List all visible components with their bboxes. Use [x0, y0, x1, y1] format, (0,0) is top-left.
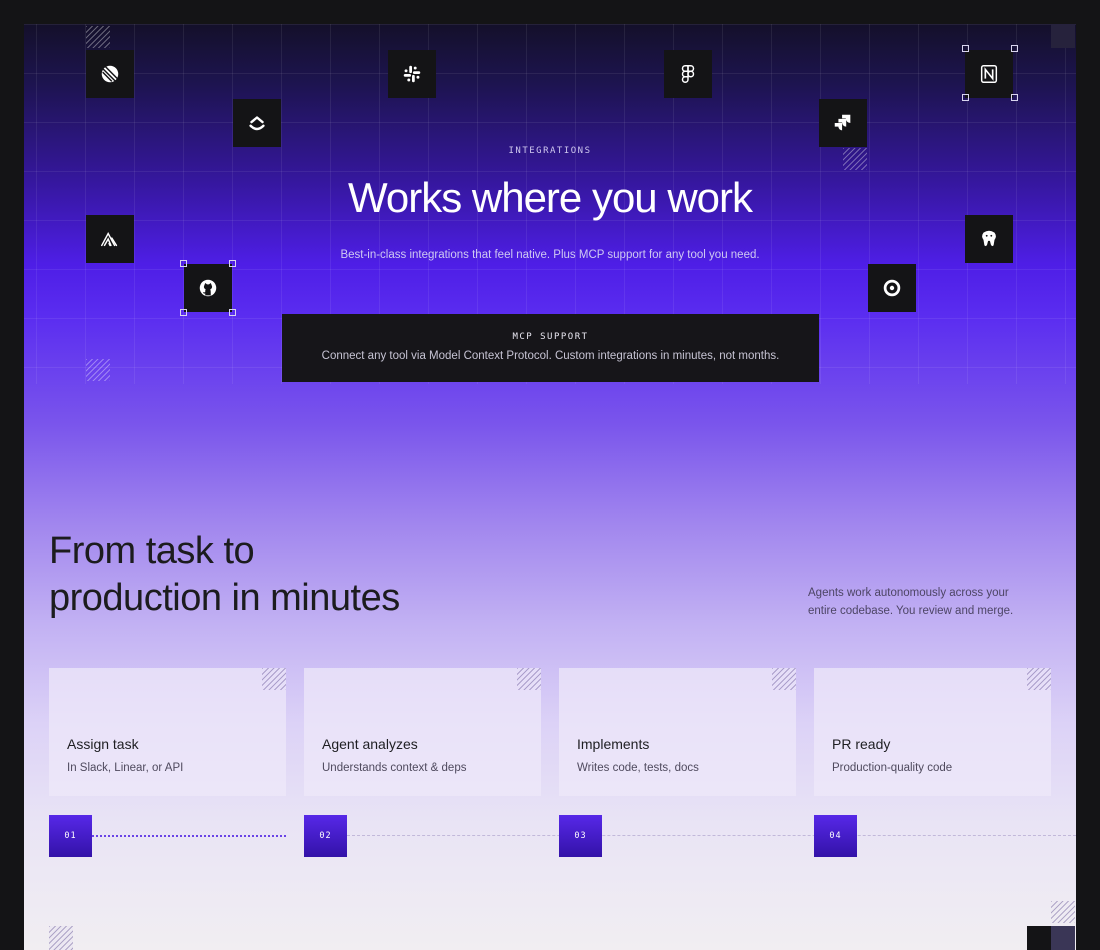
selection-handle — [180, 260, 187, 267]
page-frame: INTEGRATIONS Works where you work Best-i… — [24, 24, 1076, 950]
progress-track-active — [92, 835, 286, 837]
selection-handle — [180, 309, 187, 316]
step-title: Assign task — [67, 736, 139, 752]
step-number-02: 02 — [304, 815, 347, 857]
step-title: Implements — [577, 736, 650, 752]
step-card-assign: Assign task In Slack, Linear, or API — [49, 668, 286, 796]
workflow-title-line1: From task to — [49, 530, 255, 572]
step-description: Understands context & deps — [322, 762, 467, 774]
corner-block — [1051, 24, 1075, 48]
step-title: Agent analyzes — [322, 736, 418, 752]
step-number-03: 03 — [559, 815, 602, 857]
integration-github[interactable] — [184, 264, 232, 312]
workflow-subtitle: Agents work autonomously across your ent… — [808, 587, 1014, 617]
integration-notion[interactable] — [965, 50, 1013, 98]
sentry-icon — [101, 231, 118, 247]
workflow-title-line2: production in minutes — [49, 577, 400, 619]
integration-jira[interactable] — [819, 99, 867, 147]
corner-block — [1051, 926, 1075, 950]
step-description: In Slack, Linear, or API — [67, 762, 184, 774]
hatch-decoration — [86, 26, 110, 48]
hatch-decoration — [517, 668, 541, 690]
jira-icon — [834, 114, 851, 131]
hatch-decoration — [49, 926, 73, 950]
step-number-04: 04 — [814, 815, 857, 857]
selection-handle — [1011, 94, 1018, 101]
step-card-pr: PR ready Production-quality code — [814, 668, 1051, 796]
mcp-description: Connect any tool via Model Context Proto… — [321, 350, 780, 362]
page-title: Works where you work — [347, 174, 753, 221]
step-description: Writes code, tests, docs — [577, 762, 699, 774]
workflow-title: From task to production in minutes — [49, 528, 400, 622]
integration-clickup[interactable] — [233, 99, 281, 147]
step-card-implement: Implements Writes code, tests, docs — [559, 668, 796, 796]
github-icon — [199, 279, 217, 297]
figma-icon — [681, 65, 695, 83]
mcp-label: MCP SUPPORT — [512, 332, 589, 342]
selection-handle — [1011, 45, 1018, 52]
integration-figma[interactable] — [664, 50, 712, 98]
selection-handle — [962, 94, 969, 101]
clickup-icon — [249, 116, 265, 131]
step-number-01: 01 — [49, 815, 92, 857]
progress-track — [347, 835, 1076, 836]
hatch-decoration — [772, 668, 796, 690]
section-eyebrow: INTEGRATIONS — [508, 146, 592, 156]
hatch-decoration — [262, 668, 286, 690]
mcp-support-card: MCP SUPPORT Connect any tool via Model C… — [282, 314, 819, 382]
step-title: PR ready — [832, 736, 891, 752]
linear-icon — [101, 65, 119, 83]
postgresql-icon — [982, 230, 996, 247]
step-card-analyze: Agent analyzes Understands context & dep… — [304, 668, 541, 796]
selection-handle — [229, 260, 236, 267]
step-description: Production-quality code — [832, 762, 953, 774]
hatch-decoration — [1051, 901, 1075, 923]
notion-icon — [980, 65, 998, 83]
integration-linear[interactable] — [86, 50, 134, 98]
hatch-decoration — [86, 359, 110, 381]
hatch-decoration — [1027, 668, 1051, 690]
page-subtitle: Best-in-class integrations that feel nat… — [340, 249, 760, 261]
integration-circleci[interactable] — [868, 264, 916, 312]
circleci-icon — [883, 279, 901, 297]
corner-block — [1027, 926, 1051, 950]
selection-handle — [962, 45, 969, 52]
slack-icon — [403, 65, 421, 83]
integration-slack[interactable] — [388, 50, 436, 98]
selection-handle — [229, 309, 236, 316]
